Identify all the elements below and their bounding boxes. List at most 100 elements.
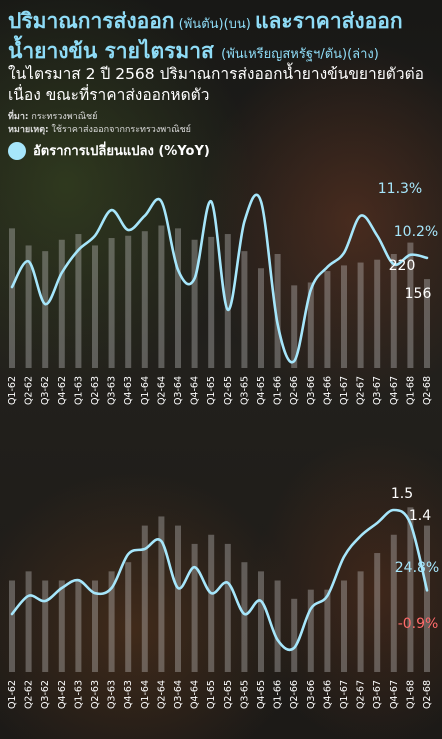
- bar-1-23: [390, 534, 397, 672]
- tick-label-0-2: Q3-62: [40, 376, 51, 405]
- bar-0-9: [158, 225, 165, 368]
- tick-label-1-3: Q4-62: [57, 680, 68, 709]
- data-label-0-1: 10.2%: [394, 224, 438, 240]
- tick-label-1-11: Q4-64: [190, 680, 201, 709]
- bar-1-1: [25, 571, 32, 672]
- tick-label-0-18: Q3-66: [306, 376, 317, 405]
- tick-label-0-1: Q2-62: [24, 376, 35, 405]
- bar-1-4: [75, 580, 82, 672]
- yoy-line-1: [10, 508, 429, 652]
- bar-1-19: [324, 589, 331, 672]
- tick-label-1-1: Q2-62: [24, 680, 35, 709]
- tick-label-0-13: Q2-65: [223, 376, 234, 405]
- tick-label-0-17: Q2-66: [289, 376, 300, 405]
- tick-label-1-12: Q1-65: [206, 680, 217, 709]
- bar-0-20: [341, 265, 347, 368]
- tick-label-0-6: Q3-63: [107, 376, 118, 405]
- bar-0-15: [258, 268, 264, 368]
- tick-label-0-9: Q2-64: [156, 376, 167, 405]
- bar-1-15: [258, 571, 264, 672]
- bar-0-11: [191, 239, 198, 368]
- tick-label-0-16: Q1-66: [273, 376, 284, 405]
- tick-label-0-21: Q2-67: [356, 376, 367, 405]
- tick-label-1-8: Q1-64: [140, 680, 151, 709]
- tick-label-0-22: Q3-67: [372, 376, 383, 405]
- tick-label-0-7: Q4-63: [123, 376, 134, 405]
- tick-label-0-24: Q1-68: [405, 376, 416, 405]
- bar-1-20: [341, 580, 347, 672]
- bar-1-7: [125, 562, 132, 672]
- tick-label-1-9: Q2-64: [156, 680, 167, 709]
- bar-0-6: [108, 238, 115, 368]
- data-label-1-0: 1.5: [391, 486, 413, 502]
- tick-label-1-19: Q4-66: [322, 680, 333, 709]
- data-label-1-1: 1.4: [409, 508, 431, 524]
- tick-label-0-25: Q2-68: [422, 376, 433, 405]
- bar-1-13: [224, 543, 231, 672]
- tick-label-1-20: Q1-67: [339, 680, 350, 709]
- tick-label-0-5: Q2-63: [90, 376, 101, 405]
- tick-label-0-3: Q4-62: [57, 376, 68, 405]
- tick-label-1-7: Q4-63: [123, 680, 134, 709]
- tick-label-1-14: Q3-65: [239, 680, 250, 709]
- chart-svg: Q1-62 Q2-62 Q3-62 Q4-62 Q1-63 Q2-63 Q3-63 Q4-63…: [7, 181, 439, 709]
- tick-label-1-23: Q4-67: [389, 680, 400, 709]
- tick-label-1-24: Q1-68: [405, 680, 416, 709]
- bar-1-21: [357, 571, 364, 672]
- tick-label-1-6: Q3-63: [107, 680, 118, 709]
- bar-0-3: [58, 239, 65, 368]
- tick-label-1-0: Q1-62: [7, 680, 18, 709]
- bar-0-12: [208, 236, 215, 368]
- bar-0-22: [374, 259, 381, 368]
- tick-label-0-23: Q4-67: [389, 376, 400, 405]
- bar-1-22: [374, 553, 381, 672]
- bar-0-7: [125, 235, 132, 368]
- bar-1-17: [291, 598, 298, 672]
- tick-label-1-13: Q2-65: [223, 680, 234, 709]
- bar-0-14: [241, 251, 248, 368]
- bar-0-21: [357, 262, 364, 368]
- tick-label-1-16: Q1-66: [273, 680, 284, 709]
- tick-label-0-8: Q1-64: [140, 376, 151, 405]
- tick-label-0-11: Q4-64: [190, 376, 201, 405]
- data-label-1-3: -0.9%: [398, 616, 439, 632]
- bar-1-18: [307, 589, 314, 672]
- tick-label-0-14: Q3-65: [239, 376, 250, 405]
- tick-label-0-4: Q1-63: [73, 376, 84, 405]
- tick-label-1-21: Q2-67: [356, 680, 367, 709]
- tick-label-1-22: Q3-67: [372, 680, 383, 709]
- tick-label-0-19: Q4-66: [322, 376, 333, 405]
- bar-0-19: [324, 271, 331, 368]
- yoy-line-0: [10, 193, 429, 364]
- data-label-0-0: 11.3%: [378, 181, 422, 197]
- tick-label-1-25: Q2-68: [422, 680, 433, 709]
- tick-label-0-12: Q1-65: [206, 376, 217, 405]
- tick-label-1-15: Q4-65: [256, 680, 267, 709]
- bar-1-25: [424, 525, 430, 672]
- bar-1-10: [175, 525, 181, 672]
- bar-0-2: [42, 251, 49, 368]
- bar-1-11: [191, 543, 198, 672]
- tick-label-0-0: Q1-62: [7, 376, 18, 405]
- data-label-0-2: 220: [389, 258, 416, 274]
- bar-0-0: [9, 228, 15, 368]
- tick-label-0-20: Q1-67: [339, 376, 350, 405]
- bar-1-3: [58, 580, 65, 672]
- bar-1-2: [42, 580, 49, 672]
- bar-1-0: [9, 580, 15, 672]
- tick-label-1-10: Q3-64: [173, 680, 184, 709]
- tick-label-0-15: Q4-65: [256, 376, 267, 405]
- tick-label-0-10: Q3-64: [173, 376, 184, 405]
- data-label-1-2: 24.8%: [395, 560, 439, 576]
- tick-label-1-17: Q2-66: [289, 680, 300, 709]
- bar-1-14: [241, 562, 248, 672]
- bar-0-10: [175, 228, 181, 368]
- tick-label-1-18: Q3-66: [306, 680, 317, 709]
- bar-1-16: [274, 580, 281, 672]
- bar-1-12: [208, 534, 215, 672]
- bar-0-8: [141, 231, 148, 368]
- tick-label-1-2: Q3-62: [40, 680, 51, 709]
- tick-label-1-5: Q2-63: [90, 680, 101, 709]
- bar-0-5: [92, 245, 98, 368]
- data-label-0-3: 156: [405, 286, 432, 302]
